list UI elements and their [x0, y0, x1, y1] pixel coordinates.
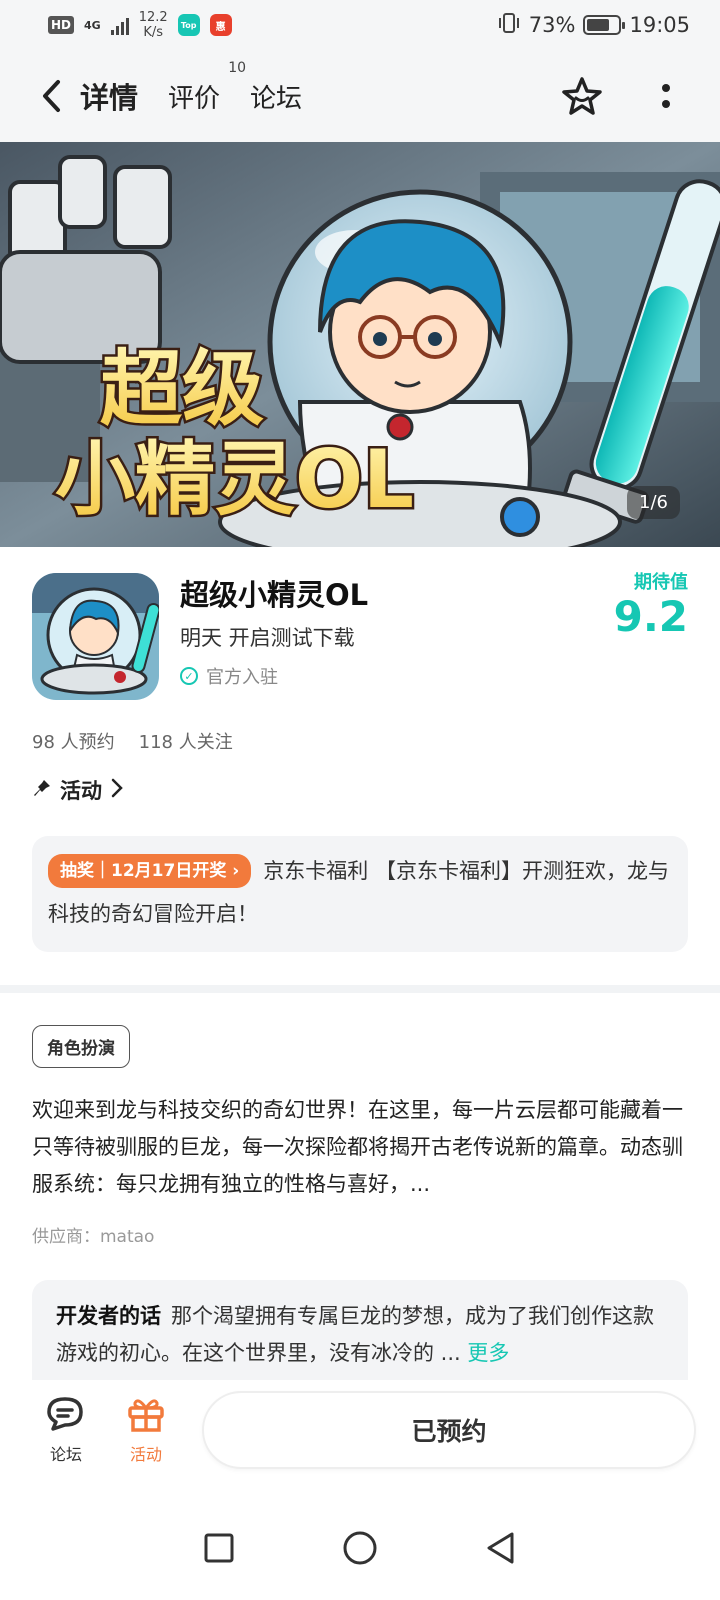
- forum-chat-icon: [45, 1395, 87, 1437]
- activity-card[interactable]: 抽奖｜12月17日开奖 › 京东卡福利 【京东卡福利】开测狂欢，龙与科技的奇幻冒险…: [32, 836, 688, 952]
- network-speed: 12.2 K/s: [138, 10, 168, 40]
- chevron-right-icon: [110, 778, 124, 803]
- vibrate-icon: [497, 12, 521, 39]
- app-stats: 98 人预约 118 人关注: [32, 728, 233, 754]
- favorite-star-icon[interactable]: [560, 74, 604, 118]
- more-dots-icon[interactable]: [644, 74, 688, 118]
- section-divider: [0, 985, 720, 993]
- verified-check-icon: ✓: [180, 667, 198, 685]
- top-navigation: 详情 评价 10 论坛: [0, 50, 720, 142]
- pin-icon: [32, 778, 52, 803]
- activity-button[interactable]: 活动: [120, 1395, 172, 1465]
- supplier-info: 供应商：matao: [32, 1227, 155, 1247]
- back-icon[interactable]: [32, 76, 72, 116]
- recent-apps-icon[interactable]: [203, 1532, 235, 1568]
- activity-title: 活动: [60, 779, 102, 803]
- gift-icon: [126, 1395, 166, 1437]
- bottom-action-bar: 论坛 活动 已预约: [0, 1380, 720, 1480]
- release-status: 明天 开启测试下载: [180, 626, 355, 650]
- forum-button[interactable]: 论坛: [40, 1395, 92, 1465]
- home-icon[interactable]: [342, 1530, 378, 1570]
- banner-image: 超级 小精灵OL: [0, 142, 720, 547]
- official-badge: ✓ 官方入驻: [180, 663, 278, 689]
- activity-label: 活动: [129, 1445, 162, 1464]
- tab-bar: 详情 评价 10 论坛: [77, 60, 302, 118]
- app-icon: [32, 573, 159, 700]
- expectation-label: 期待值: [634, 572, 688, 593]
- reservation-count: 98 人预约: [32, 732, 115, 753]
- hd-indicator: HD: [48, 16, 75, 34]
- system-navigation-bar: [0, 1500, 720, 1600]
- screenshot-carousel[interactable]: 超级 小精灵OL 1/6: [0, 142, 720, 547]
- tab-details[interactable]: 详情: [77, 75, 142, 118]
- notification-app-icon: Top: [177, 14, 200, 36]
- expectation-value: 9.2: [613, 592, 688, 641]
- review-count-badge: 10: [228, 59, 247, 76]
- follow-count: 118 人关注: [138, 732, 233, 753]
- network-type: 4G: [84, 18, 101, 32]
- signal-icon: [110, 15, 129, 35]
- carousel-counter: 1/6: [627, 486, 680, 519]
- more-link[interactable]: 更多: [467, 1341, 509, 1365]
- battery-percent: 73%: [528, 13, 576, 37]
- battery-icon: [583, 15, 626, 35]
- forum-label: 论坛: [49, 1445, 82, 1464]
- genre-tag[interactable]: 角色扮演: [32, 1025, 130, 1068]
- reserved-button[interactable]: 已预约: [202, 1391, 696, 1469]
- svg-text:超级: 超级: [100, 342, 264, 437]
- svg-text:小精灵OL: 小精灵OL: [55, 433, 414, 526]
- expectation-score: 期待值 9.2: [614, 568, 688, 640]
- system-back-icon[interactable]: [485, 1531, 517, 1569]
- lottery-tag: 抽奖｜12月17日开奖 ›: [48, 854, 252, 888]
- developer-note-label: 开发者的话: [56, 1304, 161, 1328]
- status-bar: HD 4G 12.2 K/s Top 惠 73% 19:05: [0, 0, 720, 50]
- game-description[interactable]: 欢迎来到龙与科技交织的奇幻世界！在这里，每一片云层都可能藏着一只等待被驯服的巨龙…: [32, 1092, 688, 1203]
- tab-forum[interactable]: 论坛: [250, 78, 302, 115]
- notification-app-icon: 惠: [209, 14, 232, 36]
- clock: 19:05: [629, 13, 690, 37]
- app-name: 超级小精灵OL: [180, 578, 369, 612]
- tab-reviews[interactable]: 评价 10: [168, 60, 246, 115]
- app-info-section: 超级小精灵OL 明天 开启测试下载 ✓ 官方入驻 期待值 9.2: [32, 570, 688, 700]
- activity-header[interactable]: 活动: [32, 775, 124, 805]
